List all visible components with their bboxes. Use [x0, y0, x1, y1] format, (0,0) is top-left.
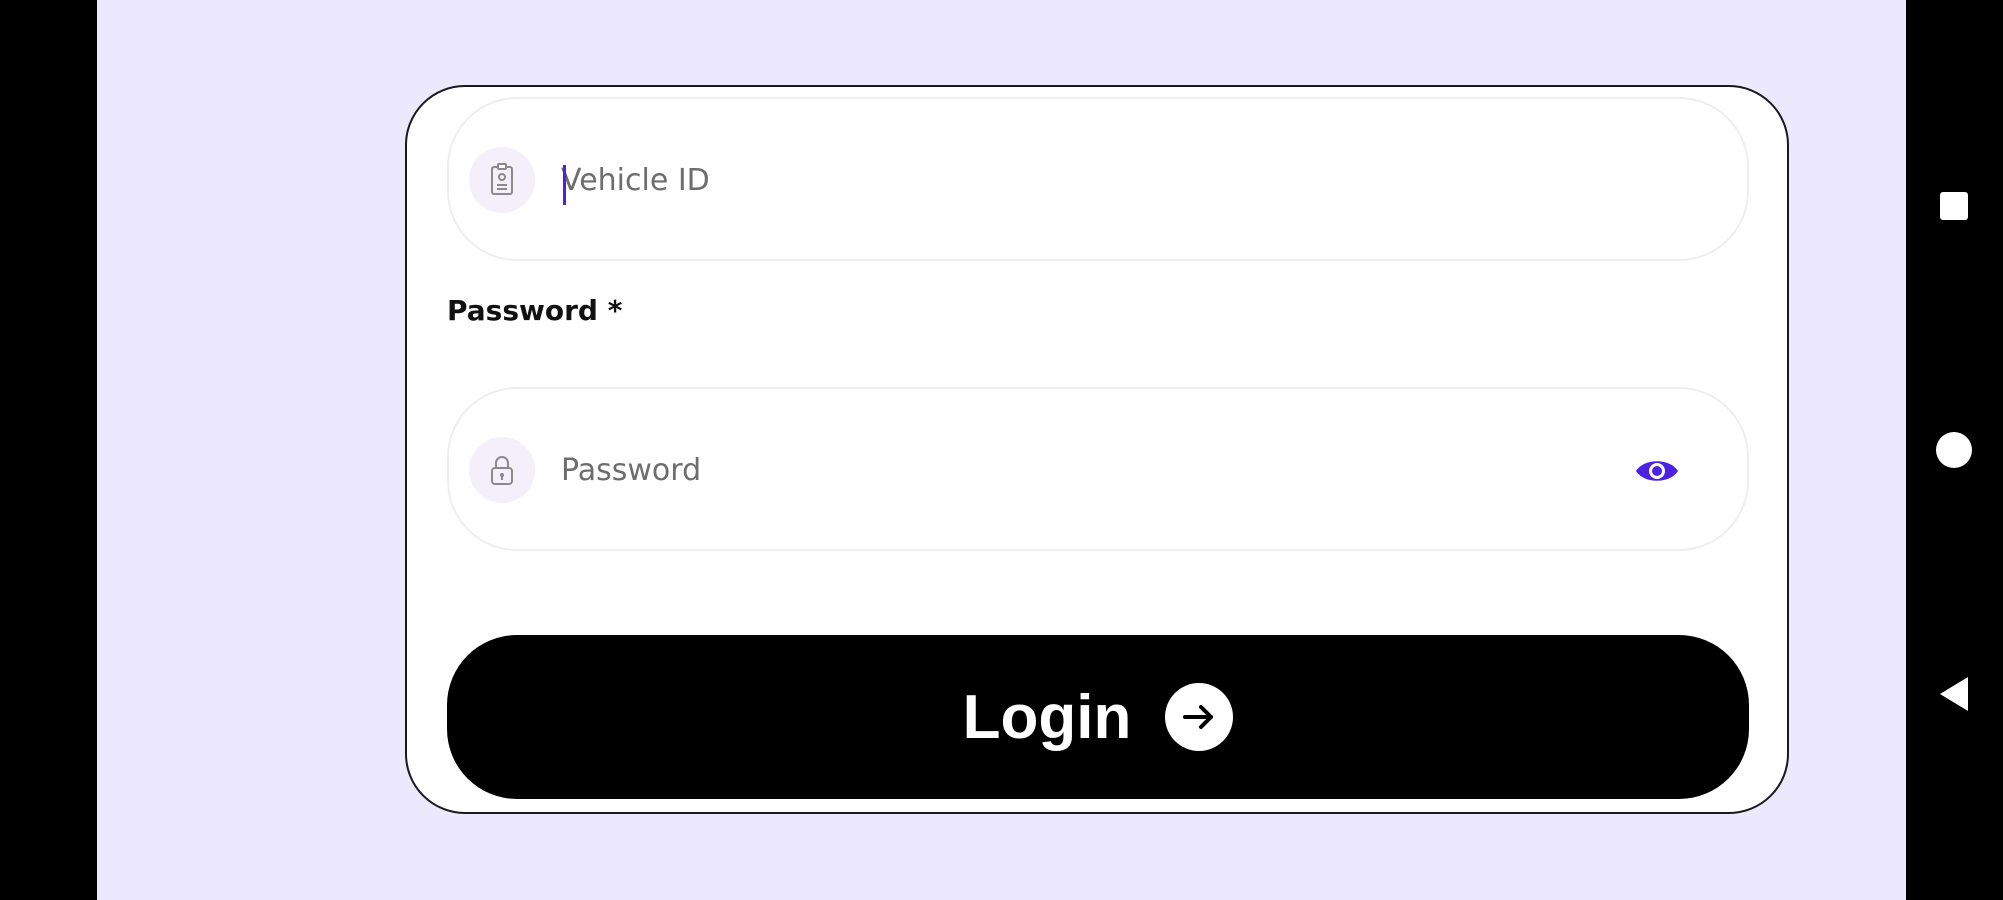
lock-icon	[469, 437, 535, 503]
recents-button[interactable]	[1928, 180, 1980, 232]
home-circle-icon	[1936, 432, 1972, 468]
vehicle-id-input[interactable]	[561, 141, 1561, 219]
text-cursor	[563, 165, 566, 205]
back-triangle-icon	[1940, 677, 1968, 711]
home-button[interactable]	[1928, 424, 1980, 476]
password-field[interactable]	[447, 387, 1749, 551]
password-input[interactable]	[561, 431, 1561, 509]
login-card: Password * Login	[405, 85, 1789, 814]
login-button[interactable]: Login	[447, 635, 1749, 799]
password-label: Password *	[447, 294, 623, 327]
vehicle-id-field[interactable]	[447, 97, 1749, 261]
recents-square-icon	[1940, 192, 1968, 220]
arrow-right-circle-icon	[1165, 683, 1234, 751]
login-button-label: Login	[962, 682, 1132, 752]
app-screen: Password * Login	[97, 0, 1906, 900]
system-nav-bar	[1906, 0, 2003, 900]
eye-icon	[1636, 461, 1678, 481]
show-password-button[interactable]	[1629, 443, 1685, 499]
id-badge-icon	[469, 147, 535, 213]
back-button[interactable]	[1928, 668, 1980, 720]
